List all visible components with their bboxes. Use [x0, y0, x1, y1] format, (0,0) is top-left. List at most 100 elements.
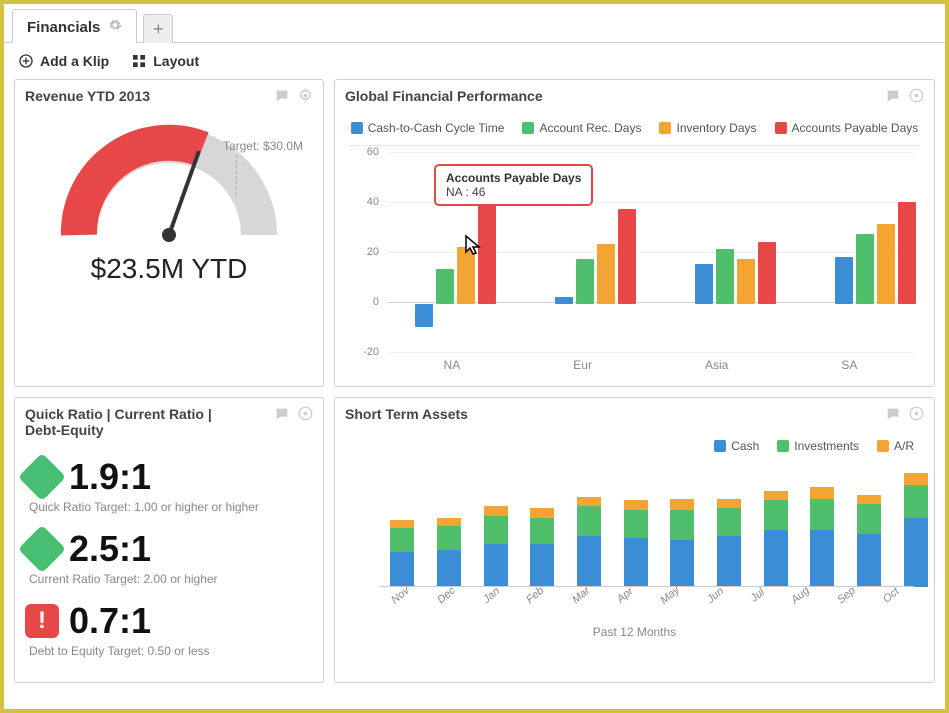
stacked-bar[interactable] [577, 497, 601, 587]
bar-segment [904, 473, 928, 485]
comment-icon[interactable] [274, 406, 290, 425]
bar[interactable] [835, 257, 853, 305]
gear-icon[interactable] [108, 18, 122, 36]
gauge-value-label: $23.5M YTD [25, 253, 313, 285]
stacked-bar[interactable] [904, 473, 928, 587]
bar-segment [437, 550, 461, 587]
legend-item[interactable]: Cash [714, 439, 759, 453]
bar-segment [624, 510, 648, 538]
stacked-bar[interactable] [764, 491, 788, 587]
tooltip-cat: NA [446, 185, 462, 199]
gear-icon[interactable] [298, 88, 313, 107]
bar[interactable] [618, 209, 636, 304]
gear-icon[interactable] [909, 406, 924, 425]
bar[interactable] [856, 234, 874, 304]
panel-title: Revenue YTD 2013 [25, 88, 150, 104]
bar-segment [717, 508, 741, 536]
bar[interactable] [877, 224, 895, 304]
bar[interactable] [737, 259, 755, 304]
bar-segment [670, 540, 694, 587]
plus-icon: + [153, 19, 164, 40]
stacked-bar[interactable] [624, 500, 648, 587]
bar-segment [810, 530, 834, 587]
comment-icon[interactable] [885, 88, 901, 107]
bar-segment [624, 500, 648, 510]
y-tick: 40 [367, 196, 379, 208]
ratio-value: 0.7:1 [69, 600, 151, 642]
x-category: Feb [525, 585, 550, 609]
legend-label: Cash-to-Cash Cycle Time [368, 121, 505, 135]
add-klip-button[interactable]: Add a Klip [18, 53, 109, 69]
legend-label: Inventory Days [676, 121, 756, 135]
panel-title: Short Term Assets [345, 406, 468, 422]
bar[interactable] [555, 297, 573, 305]
chart-tooltip: Accounts Payable Days NA : 46 [434, 164, 593, 206]
bar-segment [577, 497, 601, 507]
bar[interactable] [436, 269, 454, 304]
gauge-target-label: Target: $30.0M [223, 139, 303, 153]
stacked-bar[interactable] [390, 520, 414, 587]
toolbar: Add a Klip Layout [4, 43, 945, 79]
tab-label: Financials [27, 19, 100, 36]
x-category: Oct [881, 585, 904, 608]
bar-segment [904, 485, 928, 518]
bar[interactable] [898, 202, 916, 305]
tab-financials[interactable]: Financials [12, 9, 137, 43]
gear-icon[interactable] [909, 88, 924, 107]
stacked-bar[interactable] [484, 506, 508, 587]
bar[interactable] [758, 242, 776, 305]
alert-bad-icon: ! [25, 604, 59, 638]
bar-group [835, 202, 916, 305]
bar[interactable] [695, 264, 713, 304]
legend-item[interactable]: Investments [777, 439, 859, 453]
bar-segment [577, 506, 601, 536]
legend-swatch [351, 122, 363, 134]
bar[interactable] [716, 249, 734, 304]
ratio-value: 1.9:1 [69, 456, 151, 498]
x-category: Mar [570, 585, 595, 609]
stacked-bar[interactable] [717, 499, 741, 587]
stacked-bar[interactable] [670, 499, 694, 587]
panel-title: Quick Ratio | Current Ratio | Debt-Equit… [25, 406, 225, 438]
short-term-panel: Short Term Assets CashInvestmentsA/R Nov… [334, 397, 935, 683]
x-category: Eur [573, 358, 592, 376]
bar-segment [530, 508, 554, 518]
bar[interactable] [597, 244, 615, 304]
bar-segment [670, 510, 694, 540]
stacked-bar[interactable] [530, 508, 554, 587]
stacked-bar[interactable] [810, 487, 834, 587]
legend-item[interactable]: Cash-to-Cash Cycle Time [351, 121, 505, 135]
stacked-bar[interactable] [857, 495, 881, 587]
legend-item[interactable]: A/R [877, 439, 914, 453]
bar-segment [484, 544, 508, 587]
legend-item[interactable]: Inventory Days [659, 121, 756, 135]
bar-group [555, 209, 636, 304]
bar-segment [670, 499, 694, 511]
bar[interactable] [576, 259, 594, 304]
bar[interactable] [415, 304, 433, 327]
comment-icon[interactable] [274, 88, 290, 107]
ratio-note: Quick Ratio Target: 1.00 or higher or hi… [29, 500, 313, 514]
bar-segment [390, 520, 414, 528]
gear-icon[interactable] [298, 406, 313, 425]
bar-segment [904, 518, 928, 587]
stacked-bar[interactable] [437, 518, 461, 587]
layout-icon [131, 53, 147, 69]
x-category: Jul [748, 586, 769, 607]
revenue-panel: Revenue YTD 2013 Target: $30.0M [14, 79, 324, 387]
bar-segment [764, 491, 788, 501]
short-term-chart: NovDecJanFebMarAprMayJunJulAugSepOct [349, 463, 920, 623]
x-category: May [658, 584, 684, 610]
x-category: NA [444, 358, 461, 376]
add-klip-label: Add a Klip [40, 53, 109, 69]
gauge-target-line [236, 155, 238, 195]
layout-button[interactable]: Layout [131, 53, 199, 69]
legend-swatch [659, 122, 671, 134]
comment-icon[interactable] [885, 406, 901, 425]
add-tab-button[interactable]: + [143, 14, 173, 43]
legend-item[interactable]: Accounts Payable Days [775, 121, 919, 135]
legend-label: Account Rec. Days [539, 121, 641, 135]
bar-segment [484, 506, 508, 516]
y-tick: 0 [373, 296, 379, 308]
legend-item[interactable]: Account Rec. Days [522, 121, 641, 135]
